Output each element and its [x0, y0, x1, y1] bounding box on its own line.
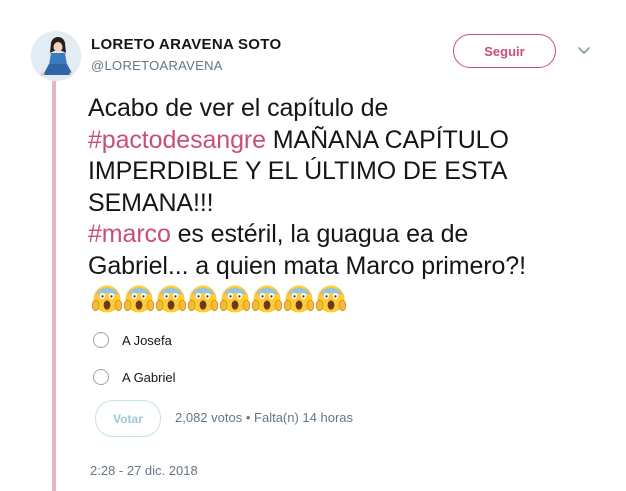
scream-emoji-icon — [124, 284, 154, 314]
tweet-text: Acabo de ver el capítulo de #pactodesangr… — [88, 93, 608, 282]
tweet-text-segment: SEMANA!!! — [88, 188, 214, 217]
vote-button[interactable]: Votar — [95, 400, 161, 437]
meta-separator: • — [245, 410, 251, 425]
author-handle[interactable]: @LORETOARAVENA — [91, 58, 281, 73]
tweet-text-segment: es estéril, la guagua ea de — [170, 220, 469, 248]
poll-option-1[interactable]: A Josefa — [93, 332, 172, 348]
poll-option-label: A Josefa — [122, 332, 172, 348]
emoji-row — [92, 284, 346, 314]
poll-meta: 2,082 votos • Falta(n) 14 horas — [175, 410, 353, 425]
scream-emoji-icon — [220, 284, 250, 314]
radio-button[interactable] — [93, 369, 109, 385]
tweet-line: #marco es estéril, la guagua ea de — [88, 219, 608, 251]
poll-option-label: A Gabriel — [122, 369, 176, 385]
time-left: Falta(n) 14 horas — [254, 410, 354, 425]
tweet-text-segment: MAÑANA CAPÍTULO — [265, 125, 509, 154]
scream-emoji-icon — [188, 284, 218, 314]
timestamp[interactable]: 2:28 - 27 dic. 2018 — [90, 463, 198, 478]
avatar-image — [31, 31, 81, 81]
follow-button[interactable]: Seguir — [453, 34, 556, 68]
author-name[interactable]: LORETO ARAVENA SOTO — [91, 36, 281, 53]
scream-emoji-icon — [156, 284, 186, 314]
scream-emoji-icon — [316, 284, 346, 314]
tweet-line: IMPERDIBLE Y EL ÚLTIMO DE ESTA — [88, 156, 608, 188]
scream-emoji-icon — [252, 284, 282, 314]
chevron-down-icon[interactable] — [576, 44, 592, 58]
tweet-line: Acabo de ver el capítulo de — [88, 93, 608, 125]
thread-line — [52, 74, 56, 491]
vote-count: 2,082 votos — [175, 410, 243, 425]
tweet-text-segment: Acabo de ver el capítulo de — [88, 94, 389, 122]
hashtag-link[interactable]: #pactodesangre — [88, 126, 266, 154]
avatar[interactable] — [31, 31, 81, 81]
author-info: LORETO ARAVENA SOTO @LORETOARAVENA — [91, 36, 281, 73]
hashtag-link[interactable]: #marco — [88, 220, 171, 248]
tweet-line: Gabriel... a quien mata Marco primero?! — [88, 251, 608, 283]
tweet-text-segment: Gabriel... a quien mata Marco primero?! — [88, 251, 526, 280]
tweet-line: SEMANA!!! — [88, 188, 608, 220]
scream-emoji-icon — [92, 284, 122, 314]
poll-option-2[interactable]: A Gabriel — [93, 369, 175, 385]
scream-emoji-icon — [284, 284, 314, 314]
tweet-text-segment: IMPERDIBLE Y EL ÚLTIMO DE ESTA — [88, 157, 508, 185]
radio-button[interactable] — [93, 332, 109, 348]
tweet-line: #pactodesangre MAÑANA CAPÍTULO — [88, 125, 608, 157]
